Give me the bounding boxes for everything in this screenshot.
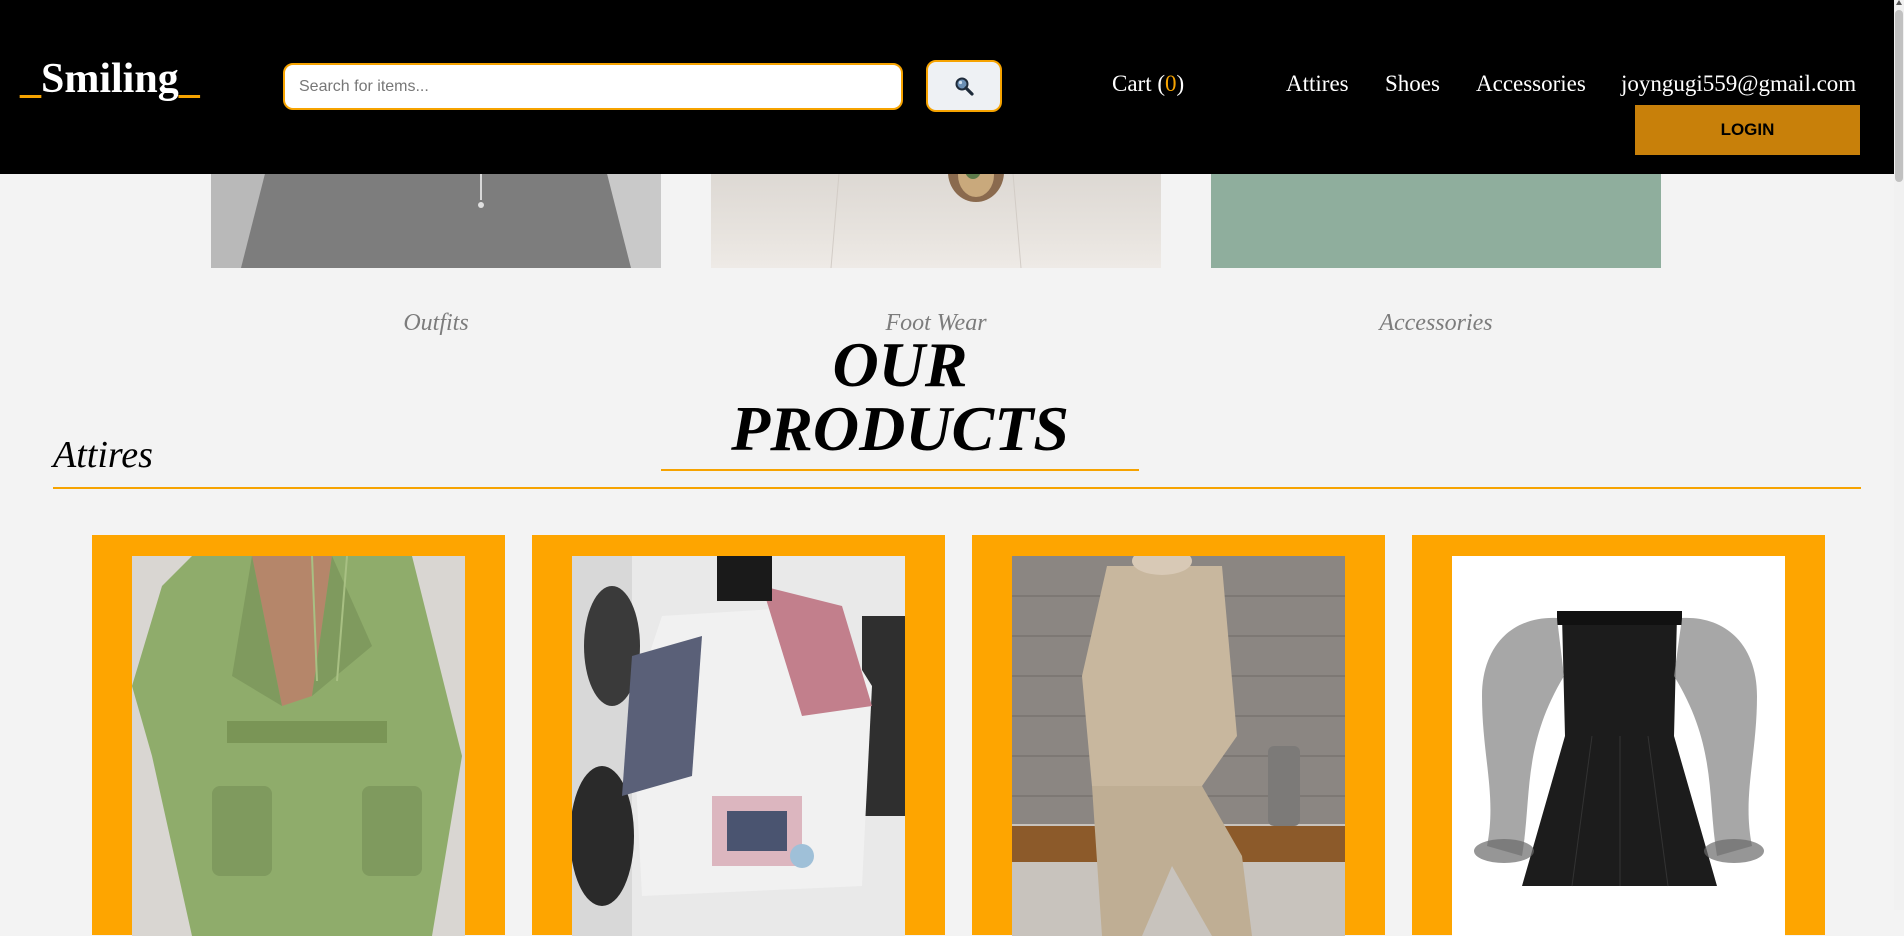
search-button[interactable] <box>926 60 1002 112</box>
product-image[interactable] <box>1012 556 1345 936</box>
search-input[interactable] <box>283 63 903 110</box>
logo-name: Smiling <box>41 56 179 102</box>
login-button[interactable]: LOGIN <box>1635 105 1860 155</box>
category-label-outfits[interactable]: Outfits <box>211 310 661 337</box>
scroll-thumb[interactable] <box>1895 10 1903 182</box>
page-scrollbar[interactable] <box>1894 0 1904 910</box>
nav-item-shoes[interactable]: Shoes <box>1385 72 1440 95</box>
section-divider <box>53 487 1861 489</box>
product-card[interactable] <box>972 535 1385 936</box>
cart-label: Cart ( <box>1112 71 1166 96</box>
category-label-accessories[interactable]: Accessories <box>1211 310 1661 337</box>
brand-logo[interactable]: _Smiling_ <box>20 58 200 100</box>
product-image[interactable] <box>1452 556 1785 936</box>
products-heading: OUR PRODUCTS <box>661 333 1139 471</box>
site-header: _Smiling_ Cart (0) Attires Shoes Accesso… <box>0 0 1894 174</box>
cart-count: 0 <box>1165 71 1177 96</box>
section-title-attires: Attires <box>53 434 153 476</box>
search-icon <box>955 77 974 96</box>
product-image[interactable] <box>132 556 465 936</box>
cart-close: ) <box>1176 71 1185 96</box>
scroll-up-arrow-icon[interactable] <box>1896 0 1902 5</box>
nav-item-accessories[interactable]: Accessories <box>1476 72 1586 95</box>
logo-prefix: _ <box>20 56 41 102</box>
product-card[interactable] <box>1412 535 1825 936</box>
product-image[interactable] <box>572 556 905 936</box>
user-email[interactable]: joyngugi559@gmail.com <box>1621 72 1856 95</box>
product-card[interactable] <box>532 535 945 936</box>
product-card[interactable] <box>92 535 505 936</box>
logo-suffix: _ <box>178 56 200 102</box>
cart-link[interactable]: Cart (0) <box>1112 72 1184 95</box>
nav-item-attires[interactable]: Attires <box>1286 72 1349 95</box>
